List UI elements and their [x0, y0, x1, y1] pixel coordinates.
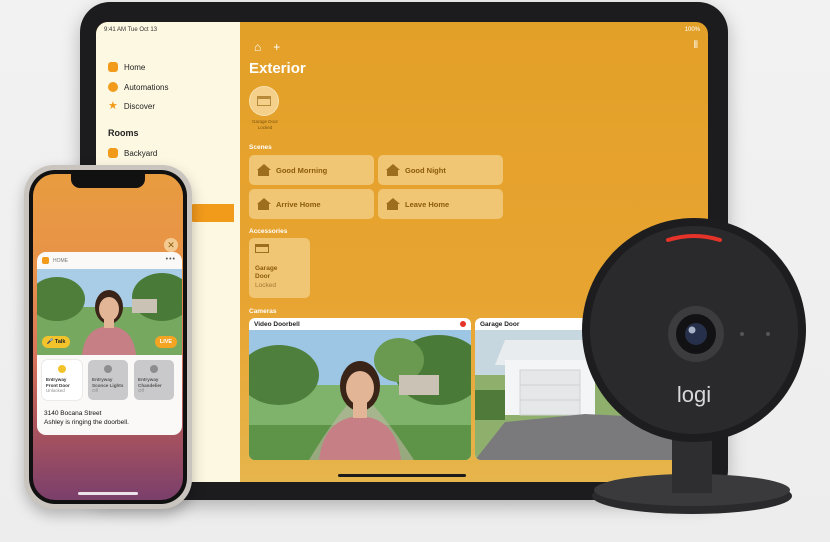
- iphone-screen: ✕ HOME ••• 🎤 Talk LIVE Entryway Front Do…: [33, 174, 183, 500]
- add-icon[interactable]: +: [273, 40, 280, 54]
- scene-house-icon: [257, 164, 271, 176]
- scene-label: Arrive Home: [276, 199, 321, 209]
- star-icon: ★: [108, 100, 118, 112]
- unlock-icon: [58, 365, 66, 373]
- sidebar-item-automations[interactable]: Automations: [108, 82, 168, 92]
- doorbell-video-feed: [249, 330, 471, 460]
- voice-icon[interactable]: ⦀: [694, 40, 698, 51]
- sidebar-item-label: Home: [124, 62, 146, 72]
- camera-name: Garage Door: [480, 321, 520, 328]
- notch: [71, 174, 145, 188]
- sidebar-item-backyard[interactable]: Backyard: [108, 148, 157, 158]
- scene-leave-home[interactable]: Leave Home: [378, 189, 503, 219]
- notification-address: 3140 Bocana Street: [44, 410, 102, 417]
- chandelier-icon: [150, 365, 158, 373]
- favorite-status: Locked: [257, 125, 273, 131]
- accessory-garage-door[interactable]: Garage Door Locked: [249, 238, 310, 298]
- talk-button[interactable]: 🎤 Talk: [42, 336, 70, 348]
- recording-indicator: [460, 321, 466, 327]
- home-indicator: [78, 492, 138, 495]
- sidebar-selected-item[interactable]: [190, 204, 234, 222]
- house-icon: [108, 62, 118, 72]
- accessories-heading: Accessories: [249, 228, 288, 235]
- scene-good-night[interactable]: Good Night: [378, 155, 503, 185]
- camera-header: Video Doorbell: [249, 318, 471, 330]
- scene-arrive-home[interactable]: Arrive Home: [249, 189, 374, 219]
- clock-icon: [108, 82, 118, 92]
- favorite-garage-button[interactable]: [249, 86, 279, 116]
- page-title: Exterior: [249, 60, 306, 77]
- accessory-name-1: Garage: [255, 265, 278, 272]
- iphone-bezel: ✕ HOME ••• 🎤 Talk LIVE Entryway Front Do…: [29, 170, 187, 504]
- scene-label: Good Morning: [276, 165, 328, 175]
- scene-label: Leave Home: [405, 199, 450, 209]
- accessory-status: Locked: [255, 282, 276, 290]
- camera-video-doorbell[interactable]: Video Doorbell: [249, 318, 471, 460]
- sidebar-item-label: Automations: [124, 82, 169, 92]
- notification-message: Ashley is ringing the doorbell.: [44, 419, 129, 427]
- home-icon[interactable]: ⌂: [254, 40, 261, 54]
- tile-state: Unlocked: [46, 388, 65, 394]
- sidebar-item-discover[interactable]: ★ Discover: [108, 100, 155, 112]
- main-toolbar: ⌂ +: [254, 40, 280, 54]
- status-time: 9:41 AM Tue Oct 13: [104, 27, 158, 33]
- home-app-icon: [42, 257, 49, 264]
- tile-chandelier[interactable]: Entryway Chandelier Off: [134, 360, 174, 400]
- garage-icon: [255, 244, 269, 253]
- room-icon: [108, 148, 118, 158]
- tile-state: Off: [138, 388, 144, 394]
- scene-good-morning[interactable]: Good Morning: [249, 155, 374, 185]
- rooms-heading: Rooms: [108, 128, 139, 138]
- tile-sconce-lights[interactable]: Entryway Sconce Lights Off: [88, 360, 128, 400]
- tile-state: Off: [92, 388, 98, 394]
- doorbell-notification[interactable]: HOME ••• 🎤 Talk LIVE Entryway Front Door…: [37, 252, 182, 435]
- favorite-caption: Garage Door Locked: [246, 119, 284, 131]
- scene-label: Good Night: [405, 165, 446, 175]
- garage-icon: [257, 96, 271, 106]
- accessory-name-2: Door: [255, 273, 271, 281]
- scenes-heading: Scenes: [249, 144, 272, 151]
- sidebar-item-label: Discover: [123, 101, 155, 111]
- live-button[interactable]: LIVE: [155, 336, 177, 348]
- logi-camera-device: logi: [582, 218, 806, 514]
- iphone-device: ✕ HOME ••• 🎤 Talk LIVE Entryway Front Do…: [24, 165, 192, 509]
- scene-house-icon: [257, 198, 271, 210]
- scene-house-icon: [386, 198, 400, 210]
- scene-house-icon: [386, 164, 400, 176]
- brand-logo: logi: [677, 382, 711, 407]
- status-battery: 100%: [684, 27, 700, 33]
- camera-name: Video Doorbell: [254, 321, 300, 328]
- sidebar-item-home[interactable]: Home: [108, 62, 145, 72]
- close-icon[interactable]: ✕: [164, 238, 178, 252]
- tile-front-door[interactable]: Entryway Front Door Unlocked: [42, 360, 82, 400]
- home-indicator: [338, 474, 466, 477]
- lightbulb-icon: [104, 365, 112, 373]
- notification-header: HOME •••: [37, 252, 182, 269]
- cameras-heading: Cameras: [249, 308, 277, 315]
- notification-app-name: HOME: [53, 257, 68, 264]
- sidebar-item-label: Backyard: [124, 148, 158, 158]
- more-icon[interactable]: •••: [166, 256, 176, 263]
- notification-body: 3140 Bocana Street Ashley is ringing the…: [44, 409, 129, 427]
